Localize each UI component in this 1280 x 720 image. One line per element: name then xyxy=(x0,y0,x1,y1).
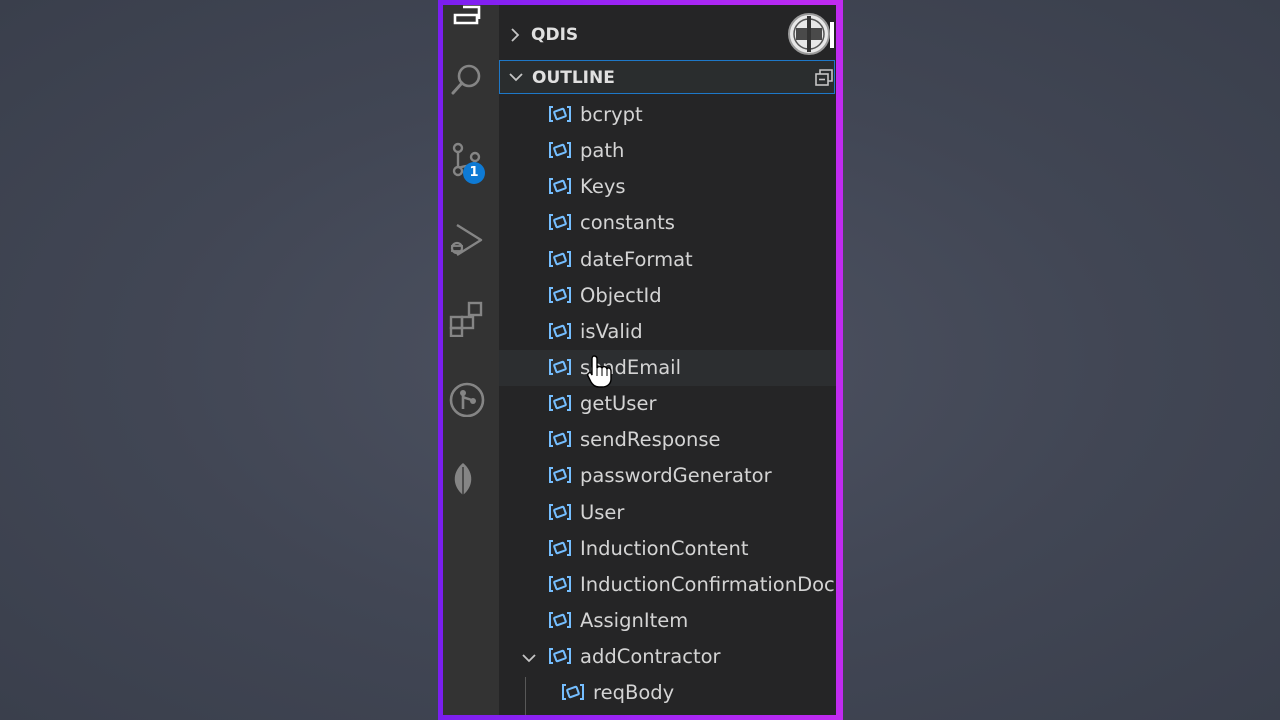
variable-symbol-icon xyxy=(562,684,584,700)
search-icon xyxy=(451,64,481,95)
variable-symbol-icon xyxy=(549,648,571,664)
variable-symbol-icon xyxy=(549,612,571,628)
outline-item-label: dateFormat xyxy=(580,248,693,271)
outline-item[interactable]: sendResponse xyxy=(499,422,836,458)
run-debug-icon xyxy=(450,223,483,257)
extensions-button[interactable] xyxy=(443,295,499,343)
variable-symbol-icon xyxy=(549,142,571,158)
outline-item-label: path xyxy=(580,139,625,162)
outline-item[interactable]: isValid xyxy=(499,314,836,350)
extensions-icon xyxy=(449,301,483,337)
git-graph-button[interactable] xyxy=(443,375,499,423)
purple-frame: 1 QDIS OUTLINE bcrypt path Keys constant… xyxy=(438,0,843,720)
outline-item-label: InductionConfirmationDoc xyxy=(580,573,835,596)
variable-symbol-icon xyxy=(549,359,571,375)
outline-item[interactable]: path xyxy=(499,133,836,169)
outline-item-label: User xyxy=(580,501,625,524)
hand-pointer-cursor-icon xyxy=(587,355,612,388)
variable-symbol-icon xyxy=(549,540,571,556)
outline-item[interactable]: passwordGenerator xyxy=(499,458,836,494)
git-graph-icon xyxy=(449,382,485,417)
outline-item-label: sendResponse xyxy=(580,428,721,451)
outline-item-child[interactable]: reqBody xyxy=(499,675,836,711)
chevron-right-icon xyxy=(511,28,520,42)
source-control-badge: 1 xyxy=(463,162,485,184)
outline-item-label: isValid xyxy=(580,320,643,343)
outline-item-expanded[interactable]: addContractor xyxy=(499,639,836,675)
variable-symbol-icon xyxy=(549,287,571,303)
outline-item-label: addContractor xyxy=(580,645,721,668)
variable-symbol-icon xyxy=(549,323,571,339)
search-button[interactable] xyxy=(443,55,499,103)
outline-item-hovered[interactable]: sendEmail xyxy=(499,350,836,386)
explorer-button[interactable] xyxy=(443,5,499,39)
collapse-all-icon[interactable] xyxy=(814,68,836,88)
outline-item-label: getUser xyxy=(580,392,657,415)
outline-item-label: AssignItem xyxy=(580,609,689,632)
section-title: QDIS xyxy=(531,25,579,45)
section-header-outline[interactable]: OUTLINE xyxy=(499,60,835,94)
outline-item-label: ObjectId xyxy=(580,284,662,307)
variable-symbol-icon xyxy=(549,504,571,520)
outline-item-label: InductionContent xyxy=(580,537,749,560)
variable-symbol-icon xyxy=(549,251,571,267)
outline-item[interactable]: ObjectId xyxy=(499,278,836,314)
mongodb-button[interactable] xyxy=(443,455,499,503)
section-header-qdis[interactable]: QDIS xyxy=(499,18,834,52)
outline-item-label: constants xyxy=(580,211,675,234)
vscode-window: 1 QDIS OUTLINE bcrypt path Keys constant… xyxy=(443,5,836,715)
chevron-down-icon[interactable] xyxy=(521,650,537,666)
outline-item[interactable]: getUser xyxy=(499,386,836,422)
leaf-icon xyxy=(454,463,472,497)
outline-item[interactable]: User xyxy=(499,495,836,531)
outline-item[interactable]: InductionConfirmationDoc xyxy=(499,567,836,603)
variable-symbol-icon xyxy=(549,214,571,230)
outline-item[interactable]: Keys xyxy=(499,169,836,205)
outline-item[interactable]: dateFormat xyxy=(499,242,836,278)
variable-symbol-icon xyxy=(549,467,571,483)
outline-item[interactable]: constants xyxy=(499,205,836,241)
section-title: OUTLINE xyxy=(532,68,615,88)
sidebar: QDIS OUTLINE bcrypt path Keys constants … xyxy=(499,5,836,715)
run-debug-button[interactable] xyxy=(443,215,499,263)
chevron-down-icon xyxy=(509,73,523,82)
outline-item[interactable]: bcrypt xyxy=(499,97,836,133)
variable-symbol-icon xyxy=(549,178,571,194)
channel-logo-watermark xyxy=(788,13,834,55)
activity-bar: 1 xyxy=(443,5,499,715)
outline-item[interactable]: AssignItem xyxy=(499,603,836,639)
outline-item-label: reqBody xyxy=(593,681,675,704)
variable-symbol-icon xyxy=(549,106,571,122)
files-icon xyxy=(453,5,481,25)
variable-symbol-icon xyxy=(549,395,571,411)
outline-item-label: passwordGenerator xyxy=(580,464,772,487)
variable-symbol-icon xyxy=(549,576,571,592)
outline-item-label: bcrypt xyxy=(580,103,643,126)
outline-item[interactable]: InductionContent xyxy=(499,531,836,567)
variable-symbol-icon xyxy=(549,431,571,447)
outline-item-label: Keys xyxy=(580,175,626,198)
